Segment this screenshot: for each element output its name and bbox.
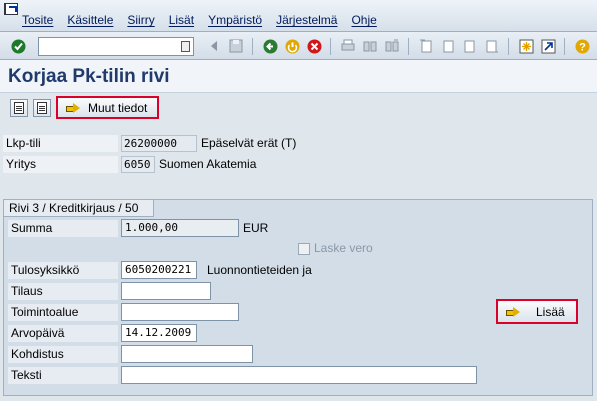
toolbar-separator xyxy=(564,38,565,55)
collapse-icon[interactable] xyxy=(206,38,222,54)
page-title: Korjaa Pk-tilin rivi xyxy=(8,66,170,87)
muut-tiedot-label: Muut tiedot xyxy=(88,100,148,115)
toolbar-separator xyxy=(330,38,331,55)
lkp-tili-label: Lkp-tili xyxy=(3,135,118,152)
kohdistus-field[interactable] xyxy=(121,345,253,363)
toimintoalue-label: Toimintoalue xyxy=(8,304,118,321)
teksti-label: Teksti xyxy=(8,367,118,384)
laske-vero-checkbox[interactable] xyxy=(298,243,310,255)
next-page-icon[interactable] xyxy=(462,38,478,54)
lisaa-button[interactable]: Lisää xyxy=(496,299,578,324)
laske-vero-label: Laske vero xyxy=(314,241,373,255)
toolbar-separator xyxy=(408,38,409,55)
save-icon[interactable] xyxy=(228,38,244,54)
toimintoalue-field[interactable] xyxy=(121,303,239,321)
toolbar-separator xyxy=(508,38,509,55)
tulosyksikko-label: Tulosyksikkö xyxy=(8,262,118,279)
lisaa-label: Lisää xyxy=(536,304,565,319)
title-bar: Korjaa Pk-tilin rivi xyxy=(0,60,597,93)
command-input[interactable] xyxy=(39,38,177,55)
menu-tosite[interactable]: Tosite xyxy=(22,13,53,27)
summa-field[interactable]: 1.000,00 xyxy=(121,219,239,237)
menu-ymparisto[interactable]: Ympäristö xyxy=(208,13,262,27)
menu-ohje[interactable]: Ohje xyxy=(351,13,376,27)
first-page-icon[interactable] xyxy=(418,38,434,54)
tilaus-label: Tilaus xyxy=(8,283,118,300)
menu-bar: Tosite Käsittele Siirry Lisät Ympäristö … xyxy=(0,0,597,32)
tilaus-field[interactable] xyxy=(121,282,211,300)
yritys-value: 6050 xyxy=(121,156,155,173)
arvopaiva-field[interactable]: 14.12.2009 xyxy=(121,324,197,342)
muut-tiedot-button[interactable]: Muut tiedot xyxy=(56,96,159,119)
menu-kasittele[interactable]: Käsittele xyxy=(67,13,113,27)
command-field[interactable] xyxy=(38,37,194,56)
yritys-label: Yritys xyxy=(3,156,118,173)
cancel-icon[interactable] xyxy=(306,38,322,54)
arvopaiva-label: Arvopäivä xyxy=(8,325,118,342)
group-title: Rivi 3 / Kreditkirjaus / 50 xyxy=(4,200,154,217)
toolbar-separator xyxy=(252,38,253,55)
enter-icon[interactable] xyxy=(10,38,26,54)
system-menu-icon[interactable] xyxy=(4,3,18,15)
arrow-right-icon xyxy=(66,102,80,113)
arrow-right-icon xyxy=(506,306,520,317)
summa-label: Summa xyxy=(8,220,118,237)
tulosyksikko-field[interactable]: 6050200221 xyxy=(121,261,197,279)
svg-text:?: ? xyxy=(579,41,586,53)
lkp-tili-text: Epäselvät erät (T) xyxy=(201,136,297,150)
prev-page-icon[interactable] xyxy=(440,38,456,54)
kohdistus-label: Kohdistus xyxy=(8,346,118,363)
application-toolbar: Muut tiedot xyxy=(0,93,597,123)
find-icon[interactable] xyxy=(362,38,378,54)
help-icon[interactable]: ? xyxy=(574,38,590,54)
print-icon[interactable] xyxy=(340,38,356,54)
back-icon[interactable] xyxy=(262,38,278,54)
last-page-icon[interactable] xyxy=(484,38,500,54)
lkp-tili-value: 26200000 xyxy=(121,135,197,152)
menu-jarjestelma[interactable]: Järjestelmä xyxy=(276,13,337,27)
menu-items: Tosite Käsittele Siirry Lisät Ympäristö … xyxy=(22,13,391,27)
standard-toolbar: ? xyxy=(0,32,597,60)
yritys-text: Suomen Akatemia xyxy=(159,157,257,171)
menu-siirry[interactable]: Siirry xyxy=(127,13,154,27)
tulosyksikko-text: Luonnontieteiden ja xyxy=(207,263,312,277)
exit-icon[interactable] xyxy=(284,38,300,54)
new-session-icon[interactable] xyxy=(518,38,534,54)
command-history-icon[interactable] xyxy=(181,41,190,52)
teksti-field[interactable] xyxy=(121,366,477,384)
display-document-icon[interactable] xyxy=(33,99,51,117)
menu-lisat[interactable]: Lisät xyxy=(169,13,194,27)
document-overview-icon[interactable] xyxy=(10,99,28,117)
shortcut-icon[interactable] xyxy=(540,38,556,54)
find-next-icon[interactable] xyxy=(384,38,400,54)
currency-text: EUR xyxy=(243,221,269,235)
